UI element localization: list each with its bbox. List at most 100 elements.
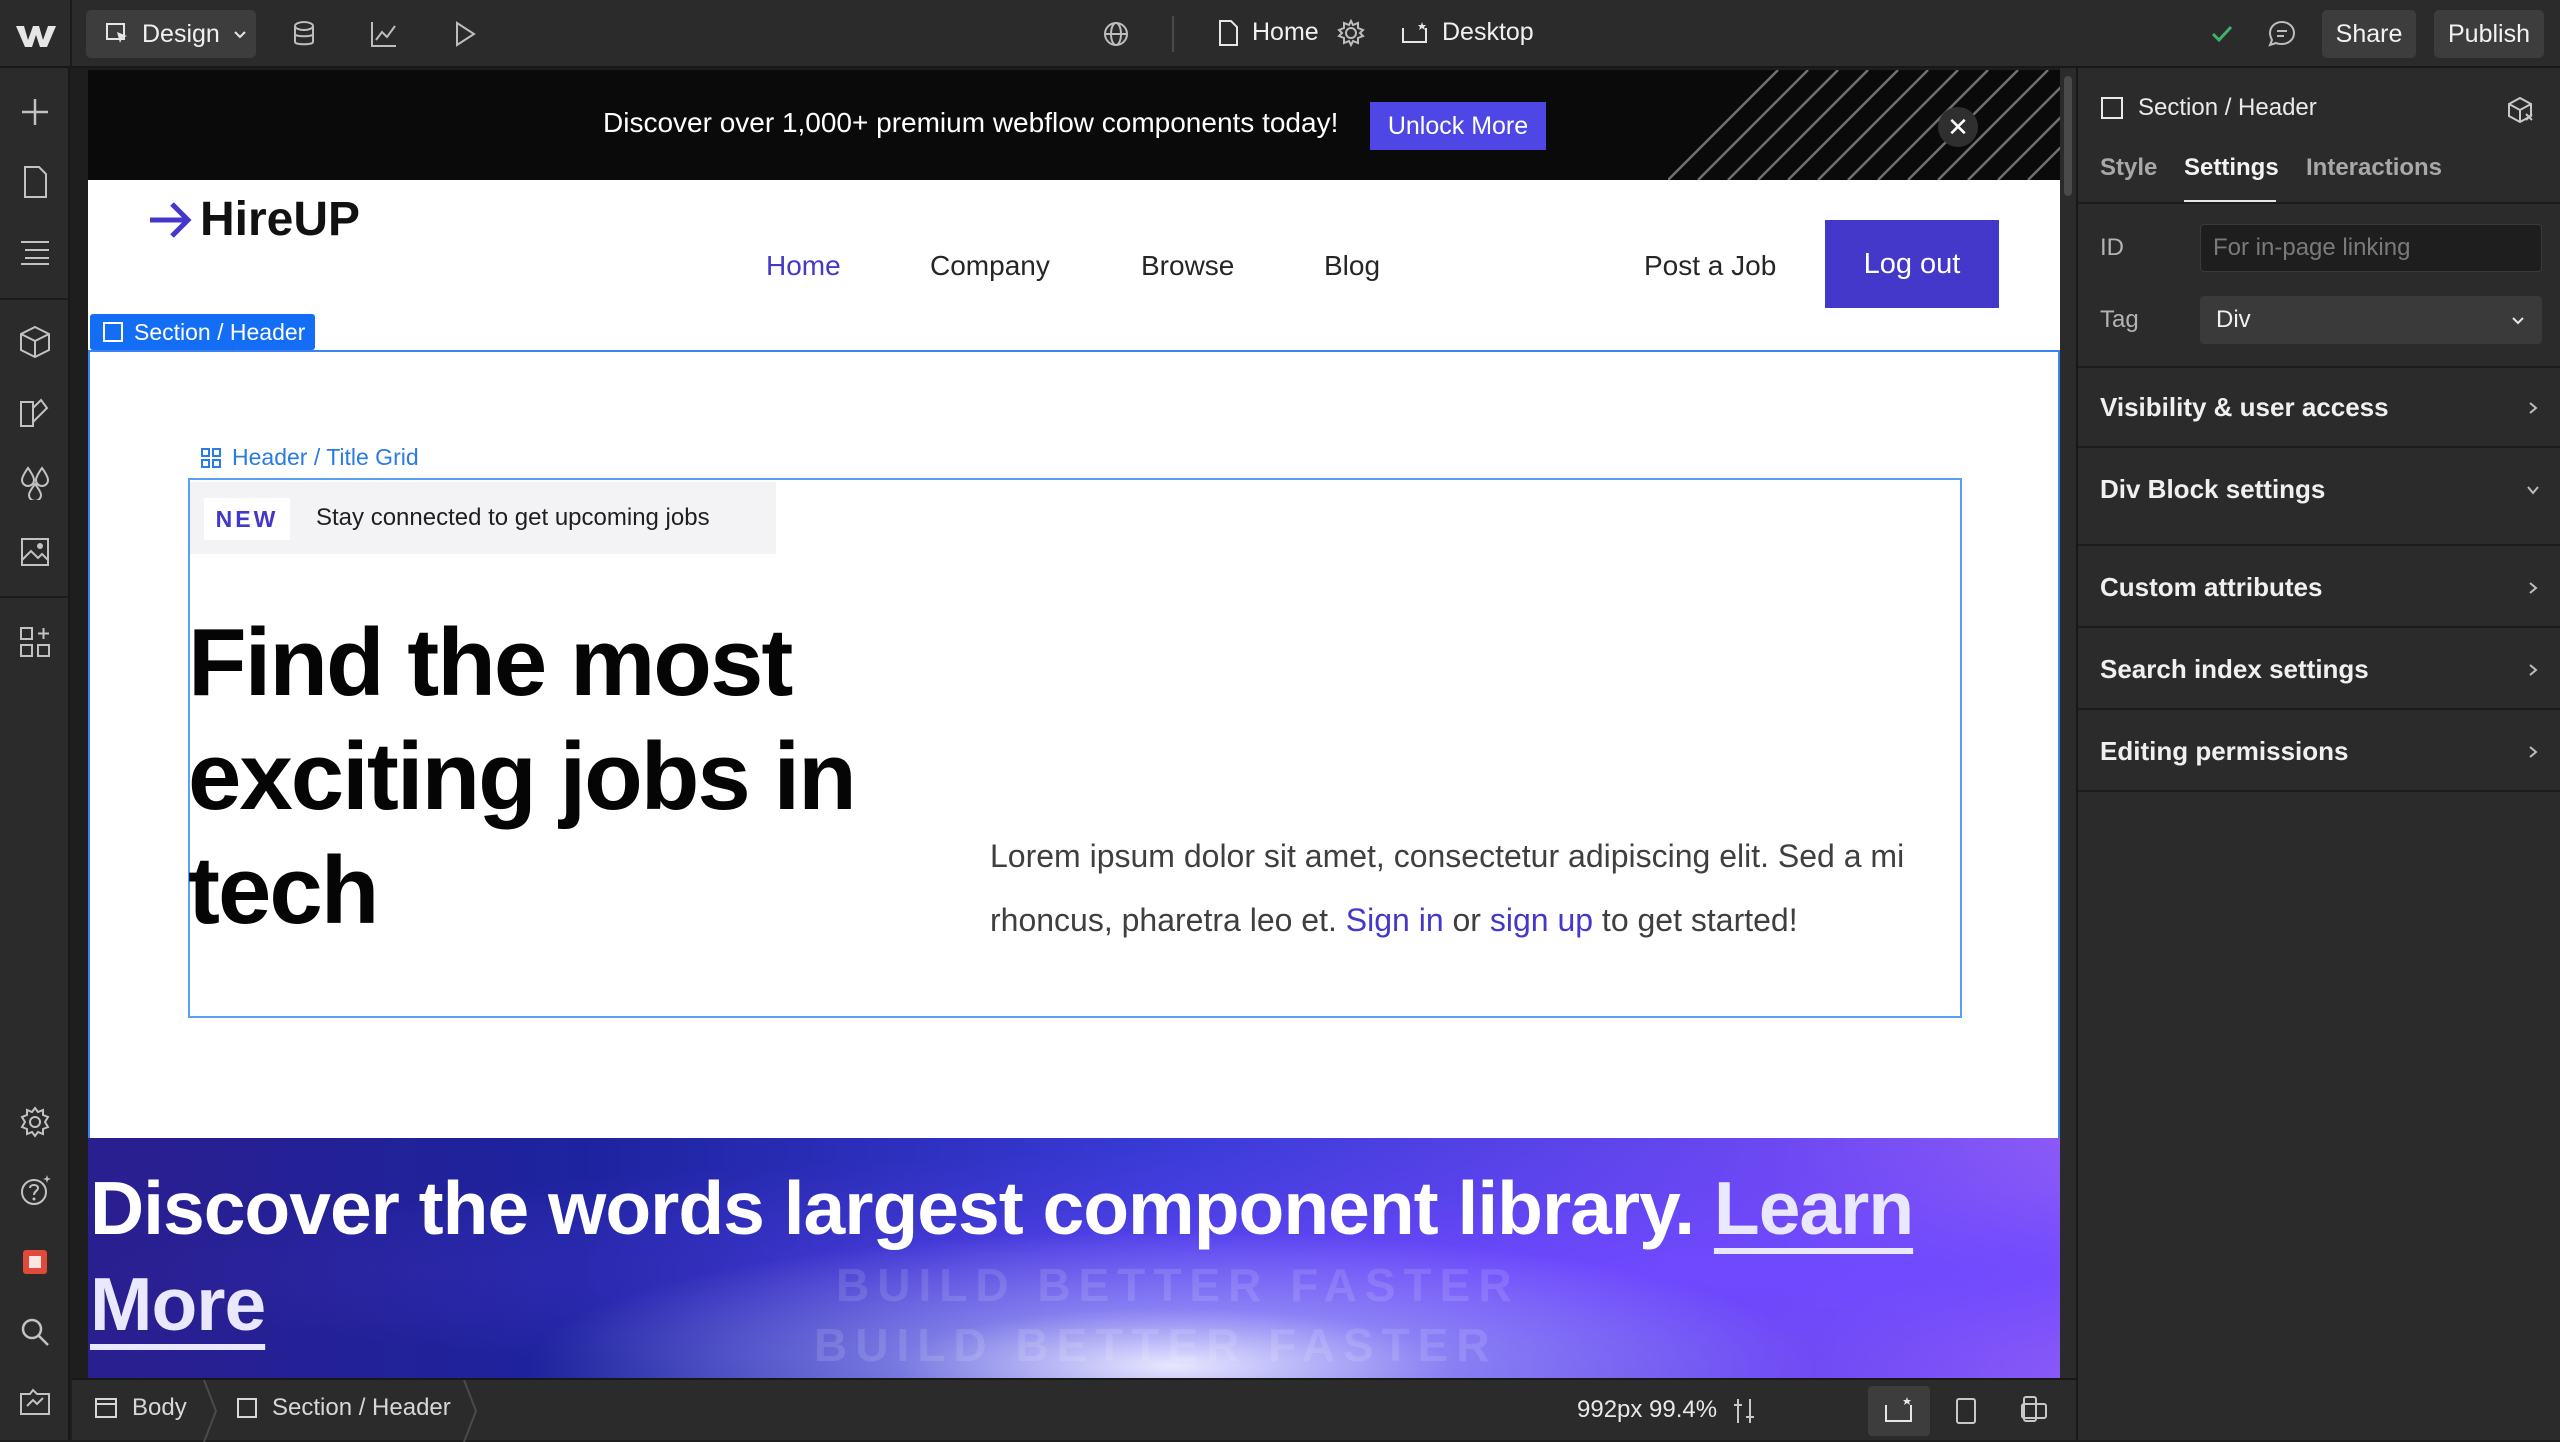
selected-element-label: Section / Header bbox=[2138, 94, 2317, 121]
divider bbox=[2078, 446, 2560, 448]
apps-icon[interactable] bbox=[17, 624, 53, 660]
tag-label: Tag bbox=[2100, 306, 2139, 333]
webflow-logo[interactable] bbox=[14, 20, 58, 50]
gear-icon[interactable] bbox=[1336, 18, 1368, 50]
section-header-tag[interactable]: Section / Header bbox=[90, 314, 316, 350]
sign-up-link[interactable]: sign up bbox=[1490, 902, 1593, 938]
section-editing-permissions[interactable]: Editing permissions bbox=[2100, 736, 2540, 767]
breadcrumb-separator bbox=[202, 1380, 218, 1442]
analyze-icon[interactable] bbox=[368, 18, 400, 50]
hero-title-line: Find the most bbox=[188, 609, 793, 716]
id-placeholder: For in-page linking bbox=[2213, 234, 2411, 261]
breadcrumb-separator bbox=[462, 1380, 478, 1442]
desktop-icon[interactable] bbox=[1883, 1395, 1915, 1427]
learn-more-link[interactable]: More bbox=[90, 1262, 266, 1346]
chevron-right-icon bbox=[2529, 581, 2538, 594]
chevron-right-icon bbox=[2529, 401, 2538, 414]
tablet-icon[interactable] bbox=[1950, 1395, 1982, 1427]
section-visibility[interactable]: Visibility & user access bbox=[2100, 392, 2540, 423]
hero-copy-text: to get started! bbox=[1593, 902, 1798, 938]
divider bbox=[0, 596, 68, 598]
section-custom-attributes[interactable]: Custom attributes bbox=[2100, 572, 2540, 603]
announcement-badge: NEW Stay connected to get upcoming jobs bbox=[190, 482, 776, 554]
publish-button[interactable]: Publish bbox=[2434, 10, 2544, 58]
chevron-down-icon bbox=[2527, 485, 2539, 495]
nav-post-job[interactable]: Post a Job bbox=[1644, 250, 1776, 282]
learn-more-link[interactable]: Learn bbox=[1714, 1166, 1914, 1250]
tab-settings[interactable]: Settings bbox=[2184, 154, 2279, 182]
mobile-portrait-icon[interactable] bbox=[2014, 1393, 2046, 1425]
nav-browse[interactable]: Browse bbox=[1141, 250, 1234, 282]
add-icon[interactable] bbox=[17, 94, 53, 130]
section-icon bbox=[103, 322, 123, 342]
divider bbox=[0, 298, 68, 300]
id-field[interactable]: For in-page linking bbox=[2200, 224, 2542, 272]
section-title: Visibility & user access bbox=[2100, 392, 2389, 422]
share-label: Share bbox=[2335, 19, 2403, 48]
tag-value: Div bbox=[2216, 306, 2251, 333]
nav-home[interactable]: Home bbox=[766, 250, 841, 282]
breadcrumb-label: Section / Header bbox=[272, 1394, 451, 1421]
scrollbar-thumb[interactable] bbox=[2064, 76, 2072, 196]
marketplace-icon[interactable] bbox=[17, 1384, 53, 1420]
chevron-down-icon bbox=[232, 26, 248, 42]
comment-icon[interactable] bbox=[2266, 18, 2298, 50]
search-icon[interactable] bbox=[17, 1314, 53, 1350]
breakpoint-selector[interactable]: Desktop bbox=[1400, 18, 1534, 47]
navigator-icon[interactable] bbox=[17, 234, 53, 270]
breakpoint-label: Desktop bbox=[1442, 18, 1534, 46]
design-canvas[interactable]: Discover over 1,000+ premium webflow com… bbox=[88, 70, 2060, 1378]
title-grid-text: Header / Title Grid bbox=[232, 444, 419, 470]
divider bbox=[2078, 366, 2560, 368]
cursor-icon bbox=[104, 21, 130, 47]
preview-icon[interactable] bbox=[448, 18, 480, 50]
section-div-block-settings[interactable]: Div Block settings bbox=[2100, 474, 2540, 505]
pages-icon[interactable] bbox=[17, 164, 53, 200]
cube-icon[interactable] bbox=[2504, 94, 2536, 126]
badge-text: Stay connected to get upcoming jobs bbox=[316, 504, 710, 531]
nav-blog[interactable]: Blog bbox=[1324, 250, 1380, 282]
help-icon[interactable] bbox=[17, 1172, 53, 1208]
chevron-right-icon bbox=[2529, 745, 2538, 758]
title-grid-label[interactable]: Header / Title Grid bbox=[200, 444, 419, 471]
tab-interactions[interactable]: Interactions bbox=[2306, 154, 2442, 182]
settings-icon[interactable] bbox=[17, 1104, 53, 1140]
site-brand[interactable]: HireUP bbox=[146, 192, 360, 247]
close-icon[interactable]: ✕ bbox=[1938, 107, 1978, 147]
nav-company[interactable]: Company bbox=[930, 250, 1050, 282]
design-mode-button[interactable]: Design bbox=[86, 10, 256, 58]
logout-button[interactable]: Log out bbox=[1825, 220, 1999, 308]
record-icon[interactable] bbox=[17, 1244, 53, 1280]
breadcrumb-section-header[interactable]: Section / Header bbox=[236, 1394, 451, 1422]
section-title: Custom attributes bbox=[2100, 572, 2323, 602]
promo-bar: Discover over 1,000+ premium webflow com… bbox=[88, 70, 2060, 180]
status-bar: Body Section / Header 992px 99.4% bbox=[72, 1378, 2076, 1442]
top-bar: Design Home Desktop Share Publish bbox=[0, 0, 2560, 68]
components-icon[interactable] bbox=[17, 324, 53, 360]
divider bbox=[70, 0, 72, 68]
globe-icon[interactable] bbox=[1100, 18, 1132, 50]
assets-icon[interactable] bbox=[17, 534, 53, 570]
section-tag-label: Section / Header bbox=[134, 318, 306, 345]
canvas-scrollbar[interactable] bbox=[2060, 68, 2076, 1378]
share-button[interactable]: Share bbox=[2322, 10, 2416, 58]
variables-icon[interactable] bbox=[17, 394, 53, 430]
page-selector[interactable]: Home bbox=[1216, 18, 1319, 47]
hero-copy-text: rhoncus, pharetra leo et. bbox=[990, 902, 1346, 938]
styles-icon[interactable] bbox=[17, 464, 53, 500]
section-search-index[interactable]: Search index settings bbox=[2100, 654, 2540, 685]
unlock-more-button[interactable]: Unlock More bbox=[1370, 102, 1546, 150]
arrow-right-icon bbox=[146, 200, 194, 240]
library-banner: BUILD BETTER FASTER BUILD BETTER FASTER … bbox=[88, 1138, 2060, 1378]
sign-in-link[interactable]: Sign in bbox=[1346, 902, 1444, 938]
tab-style[interactable]: Style bbox=[2100, 154, 2157, 182]
tag-select[interactable]: Div bbox=[2200, 296, 2542, 344]
divider bbox=[2078, 626, 2560, 628]
breadcrumb-body[interactable]: Body bbox=[94, 1394, 187, 1422]
divider bbox=[1172, 16, 1174, 52]
resize-icon[interactable] bbox=[1728, 1395, 1760, 1427]
settings-panel: Section / Header Style Settings Interact… bbox=[2076, 68, 2560, 1440]
cms-icon[interactable] bbox=[288, 18, 320, 50]
section-title: Search index settings bbox=[2100, 654, 2369, 684]
page-label: Home bbox=[1252, 18, 1319, 46]
